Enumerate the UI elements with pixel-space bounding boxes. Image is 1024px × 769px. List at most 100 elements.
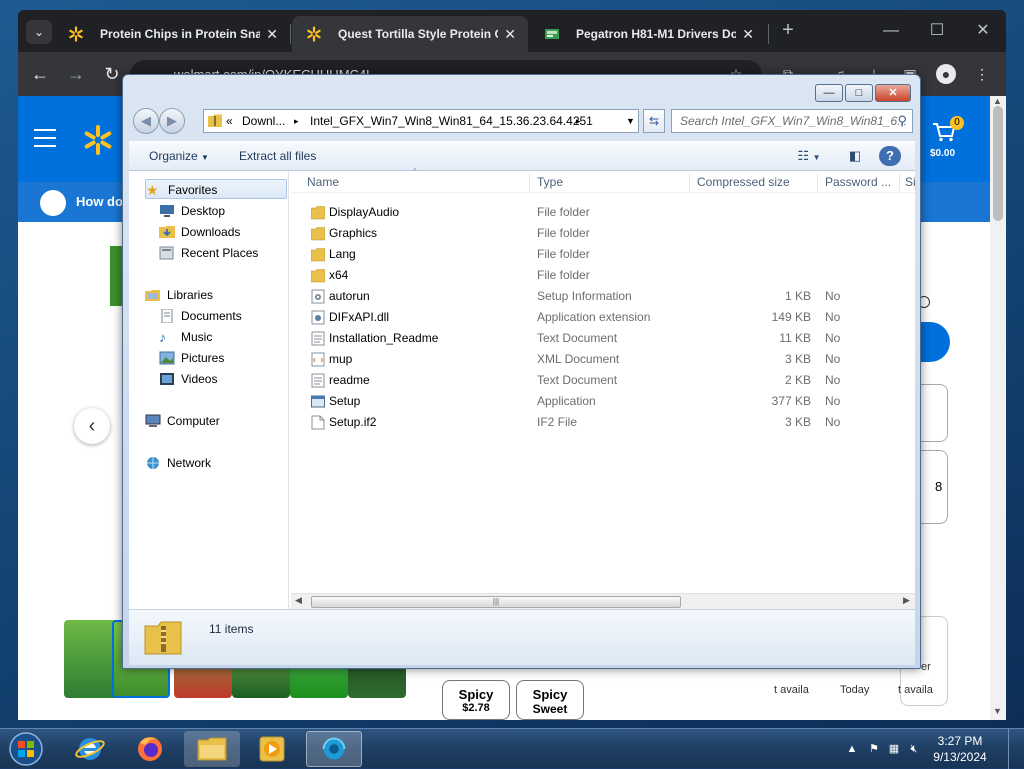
column-separator[interactable]	[529, 173, 530, 191]
file-row[interactable]: autorun Setup Information 1 KB No	[291, 286, 915, 307]
close-tab-icon[interactable]: ✕	[266, 16, 278, 52]
tab-search-button[interactable]: ⌄	[26, 20, 52, 44]
chrome-app-icon[interactable]	[306, 731, 362, 767]
address-segment-folder[interactable]: Intel_GFX_Win7_Win8_Win81_64_15.36.23.64…	[310, 110, 593, 132]
column-separator[interactable]	[689, 173, 690, 191]
tab-quest-chips[interactable]: Quest Tortilla Style Protein Chips ✕	[292, 16, 528, 52]
column-separator[interactable]	[817, 173, 818, 191]
internet-explorer-icon[interactable]	[62, 731, 118, 767]
column-compressed-size[interactable]: Compressed size	[697, 171, 815, 193]
refresh-icon[interactable]: ⇆	[643, 109, 665, 133]
page-scrollbar[interactable]: ▲ ▼	[990, 96, 1006, 720]
media-player-icon[interactable]	[244, 731, 300, 767]
back-arrow-icon[interactable]: ◀	[133, 108, 159, 134]
libraries-icon	[145, 290, 160, 301]
flavor-option[interactable]: Spicy Sweet	[516, 680, 584, 720]
action-center-flag-icon[interactable]: ⚑	[866, 741, 882, 757]
volume-muted-icon[interactable]: 🔇︎	[906, 741, 922, 757]
nav-videos[interactable]: Videos	[159, 369, 279, 389]
banner-text[interactable]: How do	[76, 194, 123, 209]
file-row[interactable]: Graphics File folder	[291, 223, 915, 244]
file-row[interactable]: mup XML Document 3 KB No	[291, 349, 915, 370]
network-tray-icon[interactable]: ▦	[886, 741, 902, 757]
close-window-icon[interactable]: ✕	[968, 18, 998, 44]
show-hidden-icons-icon[interactable]: ▲	[844, 741, 860, 757]
file-row[interactable]: readme Text Document 2 KB No	[291, 370, 915, 391]
forward-button[interactable]: →	[64, 62, 88, 86]
preview-pane-icon[interactable]: ◧	[843, 146, 867, 166]
column-size[interactable]: Si	[905, 171, 915, 193]
nav-downloads[interactable]: Downloads	[159, 222, 279, 242]
close-tab-icon[interactable]: ✕	[742, 16, 754, 52]
new-tab-button[interactable]: +	[776, 19, 800, 43]
file-row[interactable]: DIFxAPI.dll Application extension 149 KB No	[291, 307, 915, 328]
column-type[interactable]: Type	[537, 171, 687, 193]
firefox-icon[interactable]	[122, 731, 178, 767]
address-segment-downloads[interactable]: Downl...	[242, 110, 285, 132]
nav-favorites[interactable]: ★ Favorites	[145, 179, 287, 199]
hamburger-menu-icon[interactable]	[34, 129, 56, 147]
file-type: Text Document	[537, 331, 618, 345]
minimize-icon[interactable]: —	[815, 84, 843, 102]
file-row[interactable]: Installation_Readme Text Document 11 KB No	[291, 328, 915, 349]
documents-icon	[161, 309, 173, 323]
carousel-prev-button[interactable]: ‹	[74, 408, 110, 444]
nav-desktop[interactable]: Desktop	[159, 201, 279, 221]
show-desktop-button[interactable]	[1008, 729, 1022, 769]
file-type: File folder	[537, 226, 590, 240]
close-tab-icon[interactable]: ✕	[504, 16, 516, 52]
address-dropdown-icon[interactable]: ▼	[626, 110, 635, 132]
breadcrumb-arrow-icon[interactable]: ▸	[576, 110, 581, 132]
column-password[interactable]: Password ...	[825, 171, 899, 193]
reload-button[interactable]: ↻	[100, 62, 124, 86]
nav-network[interactable]: Network	[145, 453, 275, 473]
file-row[interactable]: Lang File folder	[291, 244, 915, 265]
view-options-icon[interactable]: ☷ ▼	[789, 146, 829, 166]
add-to-cart-button-edge[interactable]	[920, 322, 950, 362]
nav-music[interactable]: ♪ Music	[159, 327, 279, 347]
horizontal-scrollbar[interactable]: ◀ ||| ▶	[291, 593, 915, 609]
profile-avatar-icon[interactable]: ●	[936, 64, 956, 84]
column-name[interactable]: Name	[307, 171, 517, 193]
close-icon[interactable]: ✕	[875, 84, 911, 102]
maximize-icon[interactable]: □	[845, 84, 873, 102]
clock-time: 3:27 PM	[937, 734, 983, 748]
maximize-icon[interactable]: ☐	[922, 18, 952, 44]
scroll-up-icon[interactable]: ▲	[993, 96, 1002, 106]
file-row[interactable]: x64 File folder	[291, 265, 915, 286]
extract-all-button[interactable]: Extract all files	[239, 142, 316, 170]
scroll-left-icon[interactable]: ◀	[295, 595, 302, 606]
address-bar[interactable]: « Downl... ▸ Intel_GFX_Win7_Win8_Win81_6…	[203, 109, 639, 133]
scroll-down-icon[interactable]: ▼	[993, 706, 1002, 716]
address-chevron[interactable]: «	[226, 110, 233, 132]
help-icon[interactable]: ?	[879, 146, 901, 166]
file-row[interactable]: DisplayAudio File folder	[291, 202, 915, 223]
cart-button[interactable]: 0 $0.00	[930, 116, 970, 166]
back-button[interactable]: ←	[28, 62, 52, 86]
nav-pictures[interactable]: Pictures	[159, 348, 279, 368]
nav-computer[interactable]: Computer	[145, 411, 275, 431]
nav-documents[interactable]: Documents	[159, 306, 279, 326]
flavor-option[interactable]: Spicy $2.78	[442, 680, 510, 720]
walmart-spark-logo[interactable]	[82, 124, 114, 156]
start-button[interactable]	[6, 730, 46, 768]
breadcrumb-arrow-icon[interactable]: ▸	[294, 110, 299, 132]
menu-dots-icon[interactable]: ⋮	[972, 64, 992, 84]
scroll-thumb[interactable]	[993, 106, 1003, 221]
forward-arrow-icon[interactable]: ▶	[159, 108, 185, 134]
file-row[interactable]: Setup.if2 IF2 File 3 KB No	[291, 412, 915, 433]
nav-recent-places[interactable]: Recent Places	[159, 243, 279, 263]
clock[interactable]: 3:27 PM 9/13/2024	[930, 733, 990, 765]
text-file-icon	[311, 331, 325, 346]
nav-libraries[interactable]: Libraries	[145, 285, 275, 305]
file-row[interactable]: Setup Application 377 KB No	[291, 391, 915, 412]
minimize-icon[interactable]: —	[876, 18, 906, 44]
tab-protein-chips[interactable]: Protein Chips in Protein Snacks ✕	[54, 16, 290, 52]
tab-pegatron-drivers[interactable]: Pegatron H81-M1 Drivers Download ✕	[530, 16, 766, 52]
scroll-right-icon[interactable]: ▶	[903, 595, 910, 606]
file-explorer-taskbar-icon[interactable]	[184, 731, 240, 767]
scroll-thumb[interactable]: |||	[311, 596, 681, 608]
column-separator[interactable]	[899, 173, 900, 191]
search-input[interactable]: Search Intel_GFX_Win7_Win8_Win81_6... ⚲	[671, 109, 913, 133]
organize-button[interactable]: Organize ▼	[149, 142, 209, 170]
